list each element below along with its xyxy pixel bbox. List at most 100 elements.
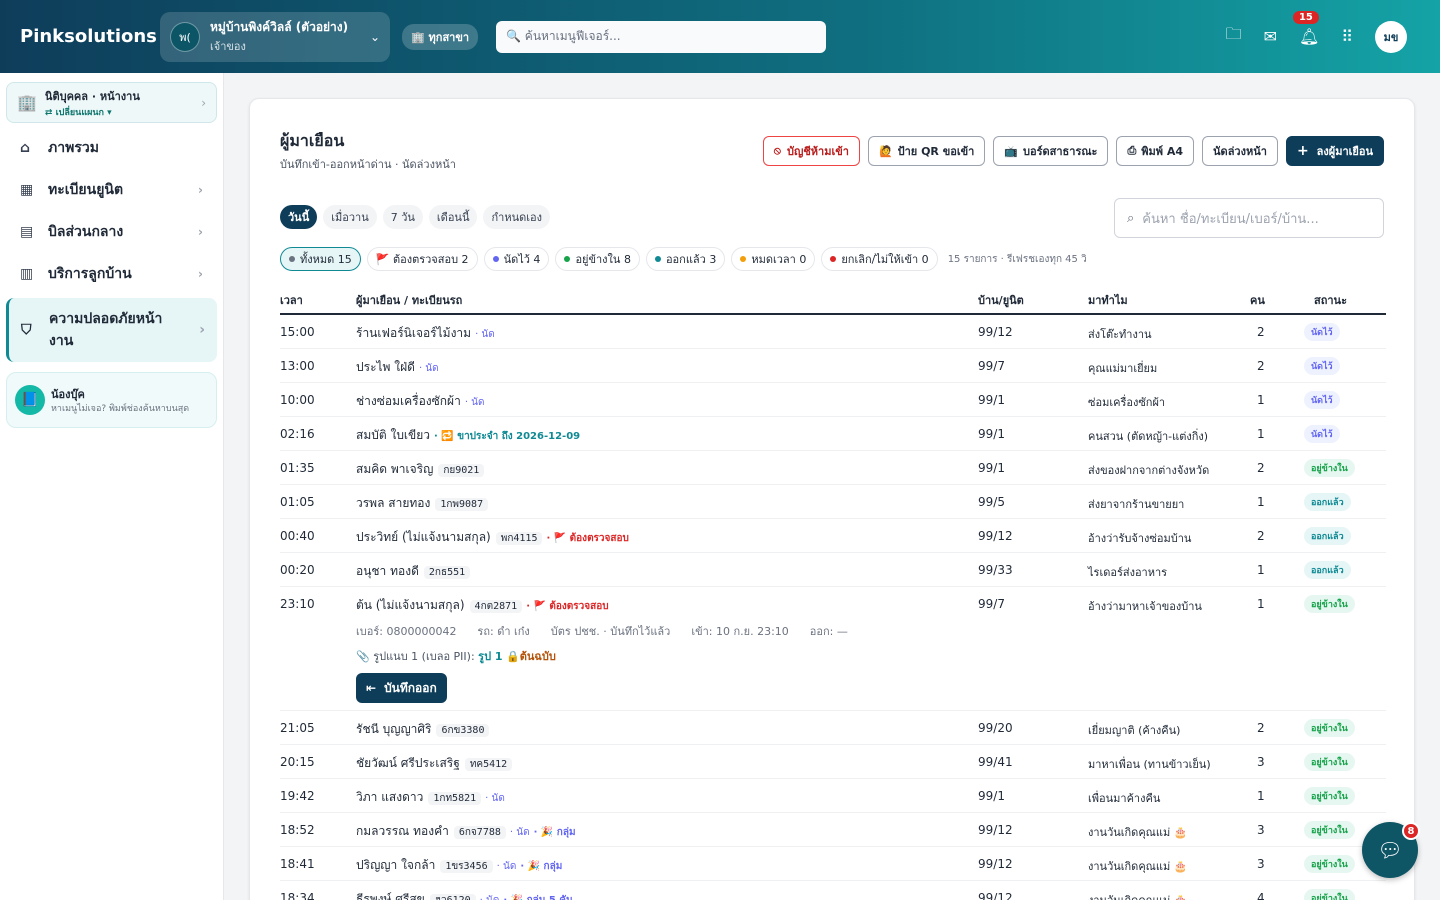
apps-grid-icon[interactable]: ⠿ bbox=[1341, 27, 1353, 46]
status-cell: อยู่ข้างใน bbox=[1304, 889, 1355, 900]
unit-cell: 99/7 bbox=[978, 359, 1005, 373]
table-row[interactable]: 18:34 ธีรพงษ์ ศรีสุข ฮว6120 · นัด· 🎉 กลุ่ม … bbox=[280, 881, 1386, 900]
tab-today[interactable]: วันนี้ bbox=[280, 205, 318, 229]
sidebar-item-units[interactable]: ▦ ทะเบียนยูนิต › bbox=[0, 169, 223, 211]
village-switcher[interactable]: พ( หมู่บ้านพิงค์วิลล์ (ตัวอย่าง) เจ้าของ… bbox=[160, 11, 390, 62]
sidebar-item-services[interactable]: ▥ บริการลูกบ้าน › bbox=[0, 253, 223, 295]
visitor-name: ประไพ ใฝ่ดี bbox=[356, 360, 415, 374]
table-row[interactable]: 10:00 ช่างซ่อมเครื่องซักผ้า · นัด 99/1 ซ่อมเ… bbox=[280, 383, 1386, 417]
unit-cell: 99/12 bbox=[978, 529, 1013, 543]
add-visitor-button[interactable]: + ลงผู้มาเยือน bbox=[1285, 136, 1384, 166]
table-row[interactable]: 18:52 กมลวรรณ ทองคำ 6กจ7788 · นัด · 🎉 กลุ่ม 9… bbox=[280, 813, 1386, 847]
visitor-search-input[interactable]: ⌕ ค้นหา ชื่อ/ทะเบียน/เบอร์/บ้าน... bbox=[1114, 198, 1384, 238]
menu-search-input[interactable]: 🔍 ค้นหาเมนูฟีเจอร์... bbox=[496, 20, 827, 53]
tab-this-month[interactable]: เดือนนี้ bbox=[428, 205, 478, 229]
purpose-cell: อ้างว่ามาหาเจ้าของบ้าน bbox=[1088, 600, 1202, 613]
status-cell: นัดไว้ bbox=[1304, 391, 1340, 409]
branch-selector[interactable]: 🏢 ทุกสาขา bbox=[402, 23, 479, 50]
table-row[interactable]: 02:16 สมบัติ ใบเขียว · 🔁 ขาประจำ ถึง 2026-… bbox=[280, 417, 1386, 451]
visitor-cell: วรพล สายทอง 1กพ9087 bbox=[356, 494, 489, 513]
table-row[interactable]: 01:05 วรพล สายทอง 1กพ9087 99/5 ส่งยาจากร้านข… bbox=[280, 485, 1386, 519]
visitor-cell: ปริญญา ใจกล้า 1ขร3456 · นัด · 🎉 กลุ่ม bbox=[356, 856, 562, 875]
purpose-cell: คุณแม่มาเยี่ยม bbox=[1088, 362, 1158, 375]
blacklist-button[interactable]: ⦸ บัญชีห้ามเข้า bbox=[762, 136, 860, 166]
unit-cell: 99/41 bbox=[978, 755, 1013, 769]
table-row[interactable]: 23:10 ต้น (ไม่แจ้งนามสกุล) 4กต2871 · 🚩 ต้อง… bbox=[280, 587, 1386, 711]
tab-7days[interactable]: 7 วัน bbox=[382, 205, 423, 229]
sidebar-item-label: บริการลูกบ้าน bbox=[48, 266, 132, 282]
table-row[interactable]: 01:35 สมคิด พาเจริญ กย9021 99/1 ส่งของฝากจาก… bbox=[280, 451, 1386, 485]
chevron-right-icon: › bbox=[201, 95, 206, 110]
bill-icon: ▤ bbox=[20, 224, 34, 240]
qr-sign-button[interactable]: 🙋 ป้าย QR ขอเข้า bbox=[867, 136, 986, 166]
status-badge: นัดไว้ bbox=[1304, 391, 1340, 409]
column-header-count: คน bbox=[1250, 294, 1265, 307]
checkout-button[interactable]: ⇤ บันทึกออก bbox=[356, 673, 447, 703]
helper-card[interactable]: 📘 น้องบุ๊ค หาเมนูไม่เจอ? พิมพ์ช่องค้นหาบ… bbox=[6, 372, 217, 428]
appointment-tag: · นัด bbox=[464, 397, 485, 408]
helper-title: น้องบุ๊ค bbox=[51, 388, 85, 401]
sidebar-item-label: ภาพรวม bbox=[48, 140, 99, 156]
chip-all[interactable]: ทั้งหมด 15 bbox=[280, 247, 361, 271]
tab-yesterday[interactable]: เมื่อวาน bbox=[323, 205, 377, 229]
count-cell: 2 bbox=[1257, 721, 1265, 735]
chip-expired[interactable]: หมดเวลา 0 bbox=[731, 247, 816, 271]
folder-icon[interactable]: 🗀 bbox=[1226, 23, 1242, 50]
license-plate: 6กจ7788 bbox=[453, 826, 506, 839]
appointment-tag: · นัด bbox=[496, 861, 517, 872]
status-badge: อยู่ข้างใน bbox=[1304, 719, 1355, 737]
visit-time: 01:05 bbox=[280, 495, 315, 509]
count-cell: 1 bbox=[1257, 789, 1265, 803]
village-avatar: พ( bbox=[170, 21, 200, 52]
column-header-visitor: ผู้มาเยือน / ทะเบียนรถ bbox=[356, 294, 463, 307]
unit-cell: 99/1 bbox=[978, 427, 1005, 441]
appointment-tag: · นัด bbox=[480, 895, 500, 900]
chip-out[interactable]: ออกแล้ว 3 bbox=[645, 247, 726, 271]
table-row[interactable]: 13:00 ประไพ ใฝ่ดี · นัด 99/7 คุณแม่มาเยี่ยม 2… bbox=[280, 349, 1386, 383]
chevron-down-icon: ⌄ bbox=[369, 29, 380, 44]
brand-logo[interactable]: Pinksolutions bbox=[20, 26, 160, 47]
table-row[interactable]: 00:40 ประวิทย์ (ไม่แจ้งนามสกุล) พก4115 · 🚩 … bbox=[280, 519, 1386, 553]
sidebar-item-security[interactable]: ⛉ ความปลอดภัยหน้างาน › bbox=[6, 298, 217, 362]
chip-check[interactable]: 🚩 ต้องตรวจสอบ 2 bbox=[366, 247, 478, 271]
original-locked-link[interactable]: 🔒ต้นฉบับ bbox=[506, 650, 556, 663]
sidebar-item-label: บิลส่วนกลาง bbox=[48, 224, 124, 240]
print-button[interactable]: ⎙ พิมพ์ A4 bbox=[1116, 136, 1195, 166]
table-row[interactable]: 19:42 วิภา แสงดาว 1กท5821 · นัด 99/1 เพื่อนมา… bbox=[280, 779, 1386, 813]
pre-appointment-button[interactable]: นัดล่วงหน้า bbox=[1202, 136, 1278, 166]
bell-icon[interactable]: 🔔︎ 15 bbox=[1292, 11, 1319, 46]
sidebar-item-overview[interactable]: ⌂ ภาพรวม bbox=[0, 127, 223, 169]
mail-icon[interactable]: ✉ bbox=[1264, 27, 1277, 46]
visitor-name: ร้านเฟอร์นิเจอร์ไม้งาม bbox=[356, 326, 472, 340]
chip-appointment[interactable]: นัดไว้ 4 bbox=[483, 247, 550, 271]
table-row[interactable]: 20:15 ชัยวัฒน์ ศรีประเสริฐ ทค5412 99/41 มาหา… bbox=[280, 745, 1386, 779]
user-avatar[interactable]: มข bbox=[1375, 20, 1407, 53]
table-row[interactable]: 18:41 ปริญญา ใจกล้า 1ขร3456 · นัด · 🎉 กลุ่ม 9… bbox=[280, 847, 1386, 881]
tv-icon: 📺 bbox=[1004, 144, 1019, 158]
org-switcher[interactable]: 🏢 นิติบุคคล · หน้างาน ⇄ เปลี่ยนแผนก ▾ › bbox=[6, 82, 217, 123]
table-row[interactable]: 21:05 รัชนี บุญญาศิริ 6กข3380 99/20 เยี่ยมญา… bbox=[280, 711, 1386, 745]
count-cell: 1 bbox=[1257, 393, 1265, 407]
unit-cell: 99/12 bbox=[978, 857, 1013, 871]
purpose-cell: ส่งของฝากจากต่างจังหวัด bbox=[1088, 464, 1210, 477]
appointment-tag: · นัด bbox=[509, 827, 530, 838]
visit-time: 18:34 bbox=[280, 891, 315, 900]
table-row[interactable]: 00:20 อนุชา ทองดี 2กธ551 99/33 ไรเดอร์ส่งอาห… bbox=[280, 553, 1386, 587]
tab-custom[interactable]: กำหนดเอง bbox=[483, 205, 550, 229]
chat-button[interactable]: 💬︎ 8 bbox=[1362, 822, 1420, 878]
unit-cell: 99/33 bbox=[978, 563, 1013, 577]
status-cell: อยู่ข้างใน bbox=[1304, 855, 1355, 873]
visitor-cell: ธีรพงษ์ ศรีสุข ฮว6120 · นัด· 🎉 กลุ่ม 5 คัน bbox=[356, 890, 573, 900]
photo-link[interactable]: รูป 1 bbox=[478, 650, 502, 663]
home-icon: ⌂ bbox=[20, 140, 31, 156]
building-icon: ▦ bbox=[20, 182, 34, 198]
table-row[interactable]: 15:00 ร้านเฟอร์นิเจอร์ไม้งาม · นัด 99/12 ส่ง… bbox=[280, 315, 1386, 349]
public-board-button[interactable]: 📺 บอร์ดสาธารณะ bbox=[993, 136, 1109, 166]
visitor-name: ปริญญา ใจกล้า bbox=[356, 858, 436, 872]
purpose-cell: ไรเดอร์ส่งอาหาร bbox=[1088, 566, 1168, 579]
branch-icon: 🏢 bbox=[411, 30, 429, 44]
visitor-detail: เบอร์: 0800000042 รถ: ดำ เก๋ง บัตร ปชช. … bbox=[356, 625, 848, 638]
chip-cancelled[interactable]: ยกเลิก/ไม่ให้เข้า 0 bbox=[821, 247, 938, 271]
chip-inside[interactable]: อยู่ข้างใน 8 bbox=[555, 247, 640, 271]
sidebar-item-bills[interactable]: ▤ บิลส่วนกลาง › bbox=[0, 211, 223, 253]
